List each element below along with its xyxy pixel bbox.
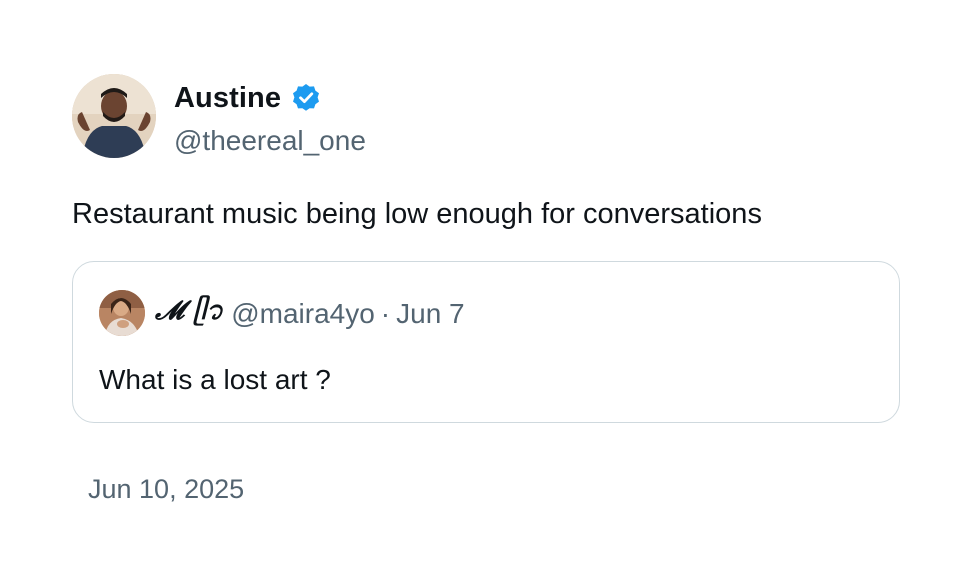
quoted-author-avatar[interactable] <box>99 290 145 336</box>
author-avatar[interactable] <box>72 74 156 158</box>
tweet-card: Austine @theereal_one Restaurant music b… <box>0 0 970 584</box>
quoted-tweet[interactable]: 𝓜 ᥫ᭡ @maira4yo · Jun 7 What is a lost ar… <box>72 261 900 423</box>
author-handle[interactable]: @theereal_one <box>174 125 366 157</box>
quoted-author-handle[interactable]: @maira4yo <box>231 298 375 330</box>
quoted-avatar-image <box>99 290 145 336</box>
author-name-row: Austine <box>174 80 322 116</box>
quoted-tweet-text: What is a lost art ? <box>99 364 331 395</box>
tweet-timestamp[interactable]: Jun 10, 2025 <box>88 474 244 505</box>
quoted-tweet-header: 𝓜 ᥫ᭡ @maira4yo · Jun 7 <box>155 296 465 332</box>
tweet-text: Restaurant music being low enough for co… <box>72 198 762 230</box>
author-avatar-image <box>72 74 156 158</box>
quoted-header-separator: · <box>380 298 391 329</box>
quoted-tweet-date[interactable]: Jun 7 <box>396 298 465 330</box>
quoted-author-display-name[interactable]: 𝓜 ᥫ᭡ <box>155 291 223 338</box>
author-display-name[interactable]: Austine <box>174 82 281 115</box>
verified-badge-icon <box>290 82 322 114</box>
